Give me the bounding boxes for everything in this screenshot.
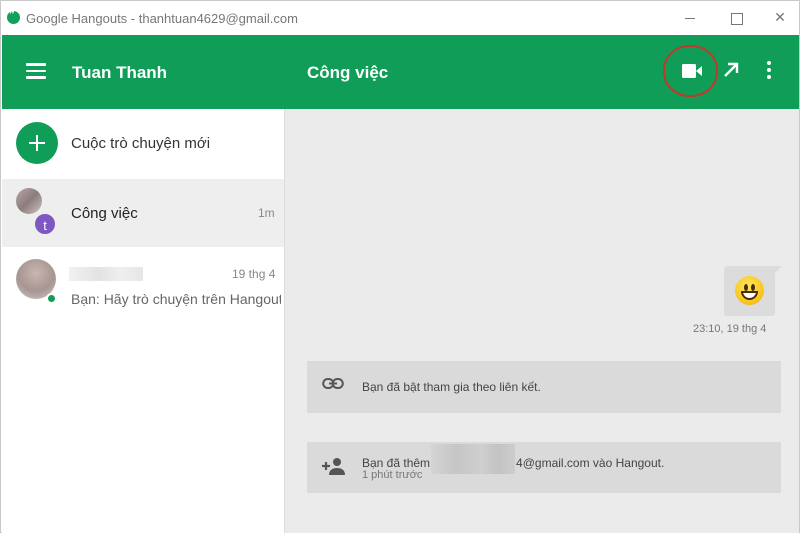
conversation-snippet: Bạn: Hãy trò chuyện trên Hangout	[71, 291, 281, 307]
minimize-button[interactable]	[678, 7, 702, 29]
app-bar: Tuan Thanh Công việc	[2, 35, 799, 109]
link-icon	[322, 378, 344, 389]
new-conversation-button[interactable]: Cuộc trò chuyện mới	[2, 109, 284, 179]
conversation-name: Công việc	[71, 205, 138, 222]
window-title: Google Hangouts - thanhtuan4629@gmail.co…	[26, 11, 298, 26]
smiley-emoji-icon	[735, 276, 764, 305]
system-message: Bạn đã thêm 4@gmail.com vào Hangout. 1 ph…	[307, 442, 781, 493]
hangouts-window: Google Hangouts - thanhtuan4629@gmail.co…	[0, 0, 800, 533]
message-bubble	[724, 266, 782, 316]
conversation-list: Cuộc trò chuyện mới t Công việc 1m 19 th…	[2, 109, 284, 533]
chat-pane: 23:10, 19 thg 4 Bạn đã bật tham gia theo…	[285, 109, 799, 533]
list-item[interactable]: t Công việc 1m	[2, 179, 284, 247]
avatar	[16, 188, 42, 214]
maximize-button[interactable]	[724, 7, 748, 29]
plus-icon	[16, 122, 58, 164]
system-message: Bạn đã bật tham gia theo liên kết.	[307, 361, 781, 413]
user-name: Tuan Thanh	[72, 63, 168, 82]
popout-button[interactable]	[720, 59, 742, 81]
title-bar: Google Hangouts - thanhtuan4629@gmail.co…	[1, 1, 799, 35]
conversation-title: Công việc	[307, 63, 389, 82]
conversation-date: 19 thg 4	[232, 267, 276, 281]
list-item[interactable]: 19 thg 4 Bạn: Hãy trò chuyện trên Hangou…	[2, 247, 284, 327]
avatar-letter: t	[33, 212, 57, 236]
close-button[interactable]: ✕	[768, 7, 792, 29]
message-timestamp: 23:10, 19 thg 4	[693, 323, 767, 335]
new-conversation-label: Cuộc trò chuyện mới	[71, 135, 211, 152]
system-message-time: 1 phút trước	[362, 469, 423, 481]
video-call-button[interactable]	[663, 45, 718, 97]
conversation-time: 1m	[258, 206, 275, 220]
blurred-contact-name	[69, 267, 143, 281]
menu-icon[interactable]	[26, 63, 46, 79]
more-options-button[interactable]	[762, 59, 776, 83]
system-message-text: Bạn đã bật tham gia theo liên kết.	[362, 380, 541, 394]
online-status-dot	[46, 293, 57, 304]
blurred-email	[431, 444, 516, 474]
person-add-icon	[322, 458, 345, 475]
video-camera-icon	[682, 64, 702, 78]
hangouts-logo-icon	[7, 8, 20, 24]
added-text-after: 4@gmail.com vào Hangout.	[516, 456, 665, 471]
popout-arrow-icon	[724, 62, 739, 77]
